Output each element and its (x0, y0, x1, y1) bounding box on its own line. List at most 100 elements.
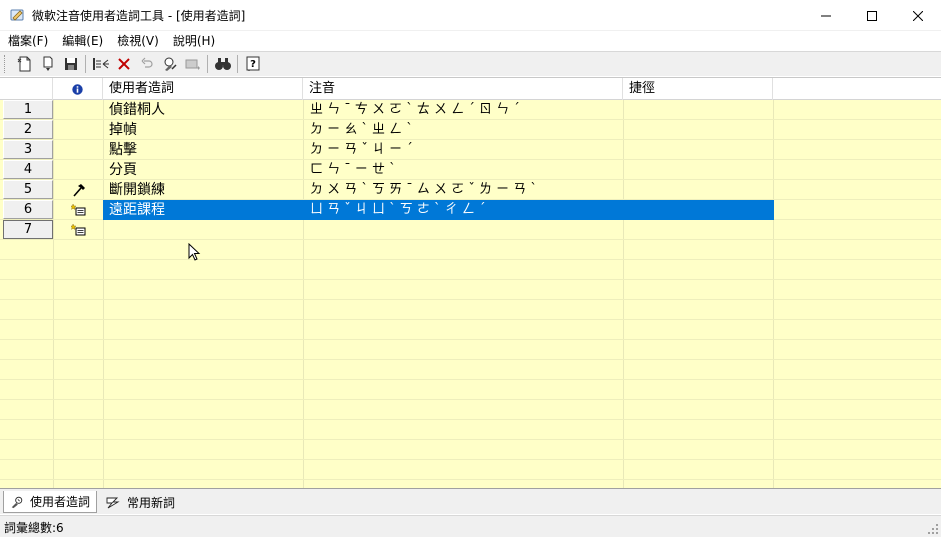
table-row[interactable]: 3 點擊 ㄉ ㄧ ㄢ ˇ ㄐ ㄧ ˊ (0, 140, 774, 160)
common-words-icon (106, 497, 120, 509)
table-row[interactable]: 2 掉幀 ㄉ ㄧ ㄠ ˋ ㄓ ㄥ ˋ (0, 120, 774, 140)
edit-icon (164, 57, 177, 71)
header-rownum[interactable] (0, 78, 53, 100)
new-button[interactable] (13, 53, 36, 75)
grid-line (0, 319, 941, 320)
phrase-cell[interactable]: 掉幀 (109, 120, 137, 140)
phrase-cell[interactable]: 遠距課程 (109, 200, 165, 220)
header-info[interactable] (53, 78, 103, 100)
close-icon (913, 10, 923, 21)
row-number[interactable]: 5 (3, 180, 53, 199)
row-status (56, 180, 102, 200)
new-word-icon (71, 203, 86, 216)
tab-label: 使用者造詞 (29, 495, 90, 509)
tab-label: 常用新詞 (127, 495, 176, 510)
window-title: 微軟注音使用者造詞工具 - [使用者造詞] (32, 8, 246, 23)
open-icon (43, 56, 52, 71)
grid-line (0, 339, 941, 340)
delete-icon (117, 58, 130, 70)
info-icon (72, 83, 83, 95)
toolbar-separator (85, 55, 86, 73)
grid-line (0, 299, 941, 300)
phrase-cell[interactable]: 點擊 (109, 140, 137, 160)
grid-header: 使用者造詞 注音 捷徑 (0, 78, 941, 100)
toolbar-separator (237, 55, 238, 73)
grid-line (0, 479, 941, 480)
delete-button[interactable] (112, 53, 135, 75)
open-button[interactable] (36, 53, 59, 75)
add-icon (185, 59, 200, 70)
phrase-cell[interactable]: 斷開鎖練 (109, 180, 165, 200)
zhuyin-cell[interactable]: ㄉ ㄧ ㄢ ˇ ㄐ ㄧ ˊ (310, 140, 413, 160)
grid-line (0, 459, 941, 460)
row-status (56, 100, 102, 120)
table-row[interactable]: 4 分頁 ㄈ ㄣ ˉ ㄧ ㄝ ˋ (0, 160, 774, 180)
row-number[interactable]: 1 (3, 100, 53, 119)
table-row[interactable]: 7 (0, 220, 774, 240)
row-status (56, 140, 102, 160)
edit-button[interactable] (158, 53, 181, 75)
zhuyin-cell[interactable]: ㄈ ㄣ ˉ ㄧ ㄝ ˋ (310, 160, 396, 180)
zhuyin-cell[interactable]: ㄩ ㄢ ˇ ㄐ ㄩ ˋ ㄎ ㄜ ˋ ㄔ ㄥ ˊ (310, 200, 485, 220)
grid-line (0, 419, 941, 420)
mouse-cursor-icon (188, 243, 201, 261)
hammer-icon (73, 184, 85, 197)
table-row[interactable]: 5 斷開鎖練 ㄉ ㄨ ㄢ ˋ ㄎ ㄞ ˉ ㄙ ㄨ ㄛ ˇ ㄌ ㄧ ㄢ ˋ (0, 180, 774, 200)
resize-grip-icon[interactable] (927, 523, 939, 535)
row-status (56, 120, 102, 140)
row-status (56, 220, 102, 240)
save-icon (64, 58, 77, 70)
tab-user-phrases[interactable]: 使用者造詞 (3, 491, 97, 513)
minimize-button[interactable] (803, 0, 849, 31)
toolbar-separator (207, 55, 208, 73)
new-icon (17, 56, 30, 72)
row-number[interactable]: 6 (3, 200, 53, 219)
zhuyin-cell[interactable]: ㄓ ㄣ ˉ ㄘ ㄨ ㄛ ˋ ㄊ ㄨ ㄥ ˊ ㄖ ㄣ ˊ (310, 100, 520, 120)
grid-line (0, 439, 941, 440)
minimize-icon (821, 15, 831, 16)
import-icon (92, 58, 109, 70)
grid-line (0, 279, 941, 280)
menu-help[interactable]: 說明(H) (166, 31, 222, 51)
header-phrase[interactable]: 使用者造詞 (103, 78, 303, 100)
row-number[interactable]: 2 (3, 120, 53, 139)
undo-icon (141, 57, 153, 68)
menu-view[interactable]: 檢視(V) (110, 31, 166, 51)
help-button[interactable]: ? (241, 53, 264, 75)
undo-button[interactable] (135, 53, 158, 75)
menu-edit[interactable]: 編輯(E) (55, 31, 110, 51)
title-bar: 微軟注音使用者造詞工具 - [使用者造詞] (0, 0, 941, 31)
add-button[interactable] (181, 53, 204, 75)
status-bar: 詞彙總數:6 (0, 515, 941, 537)
tab-bar: 使用者造詞 常用新詞 (0, 488, 941, 514)
row-number[interactable]: 7 (3, 220, 53, 239)
close-button[interactable] (895, 0, 941, 31)
phrase-cell[interactable]: 分頁 (109, 160, 137, 180)
save-button[interactable] (59, 53, 82, 75)
find-icon (214, 58, 231, 70)
row-number[interactable]: 3 (3, 140, 53, 159)
table-row[interactable]: 6 遠距課程 ㄩ ㄢ ˇ ㄐ ㄩ ˋ ㄎ ㄜ ˋ ㄔ ㄥ ˊ (0, 200, 774, 220)
maximize-button[interactable] (849, 0, 895, 31)
phrase-count: 詞彙總數:6 (4, 521, 64, 535)
header-shortcut[interactable]: 捷徑 (623, 78, 773, 100)
find-button[interactable] (211, 53, 234, 75)
phrase-grid[interactable]: 使用者造詞 注音 捷徑 1 偵錯桐人 ㄓ ㄣ ˉ ㄘ ㄨ ㄛ ˋ ㄊ ㄨ ㄥ ˊ… (0, 77, 941, 488)
import-button[interactable] (89, 53, 112, 75)
maximize-icon (867, 10, 877, 21)
grid-line (0, 399, 941, 400)
table-row[interactable]: 1 偵錯桐人 ㄓ ㄣ ˉ ㄘ ㄨ ㄛ ˋ ㄊ ㄨ ㄥ ˊ ㄖ ㄣ ˊ (0, 100, 774, 120)
svg-text:?: ? (250, 59, 256, 70)
tab-common-words[interactable]: 常用新詞 (99, 491, 181, 513)
zhuyin-cell[interactable]: ㄉ ㄧ ㄠ ˋ ㄓ ㄥ ˋ (310, 120, 413, 140)
menu-file[interactable]: 檔案(F) (0, 31, 55, 51)
header-zhuyin[interactable]: 注音 (303, 78, 623, 100)
row-status (56, 160, 102, 180)
phrase-cell[interactable]: 偵錯桐人 (109, 100, 165, 120)
zhuyin-cell[interactable]: ㄉ ㄨ ㄢ ˋ ㄎ ㄞ ˉ ㄙ ㄨ ㄛ ˇ ㄌ ㄧ ㄢ ˋ (310, 180, 537, 200)
help-icon: ? (246, 56, 259, 71)
grid-line (0, 379, 941, 380)
toolbar-grip[interactable] (4, 55, 7, 73)
row-number[interactable]: 4 (3, 160, 53, 179)
grid-line (0, 359, 941, 360)
